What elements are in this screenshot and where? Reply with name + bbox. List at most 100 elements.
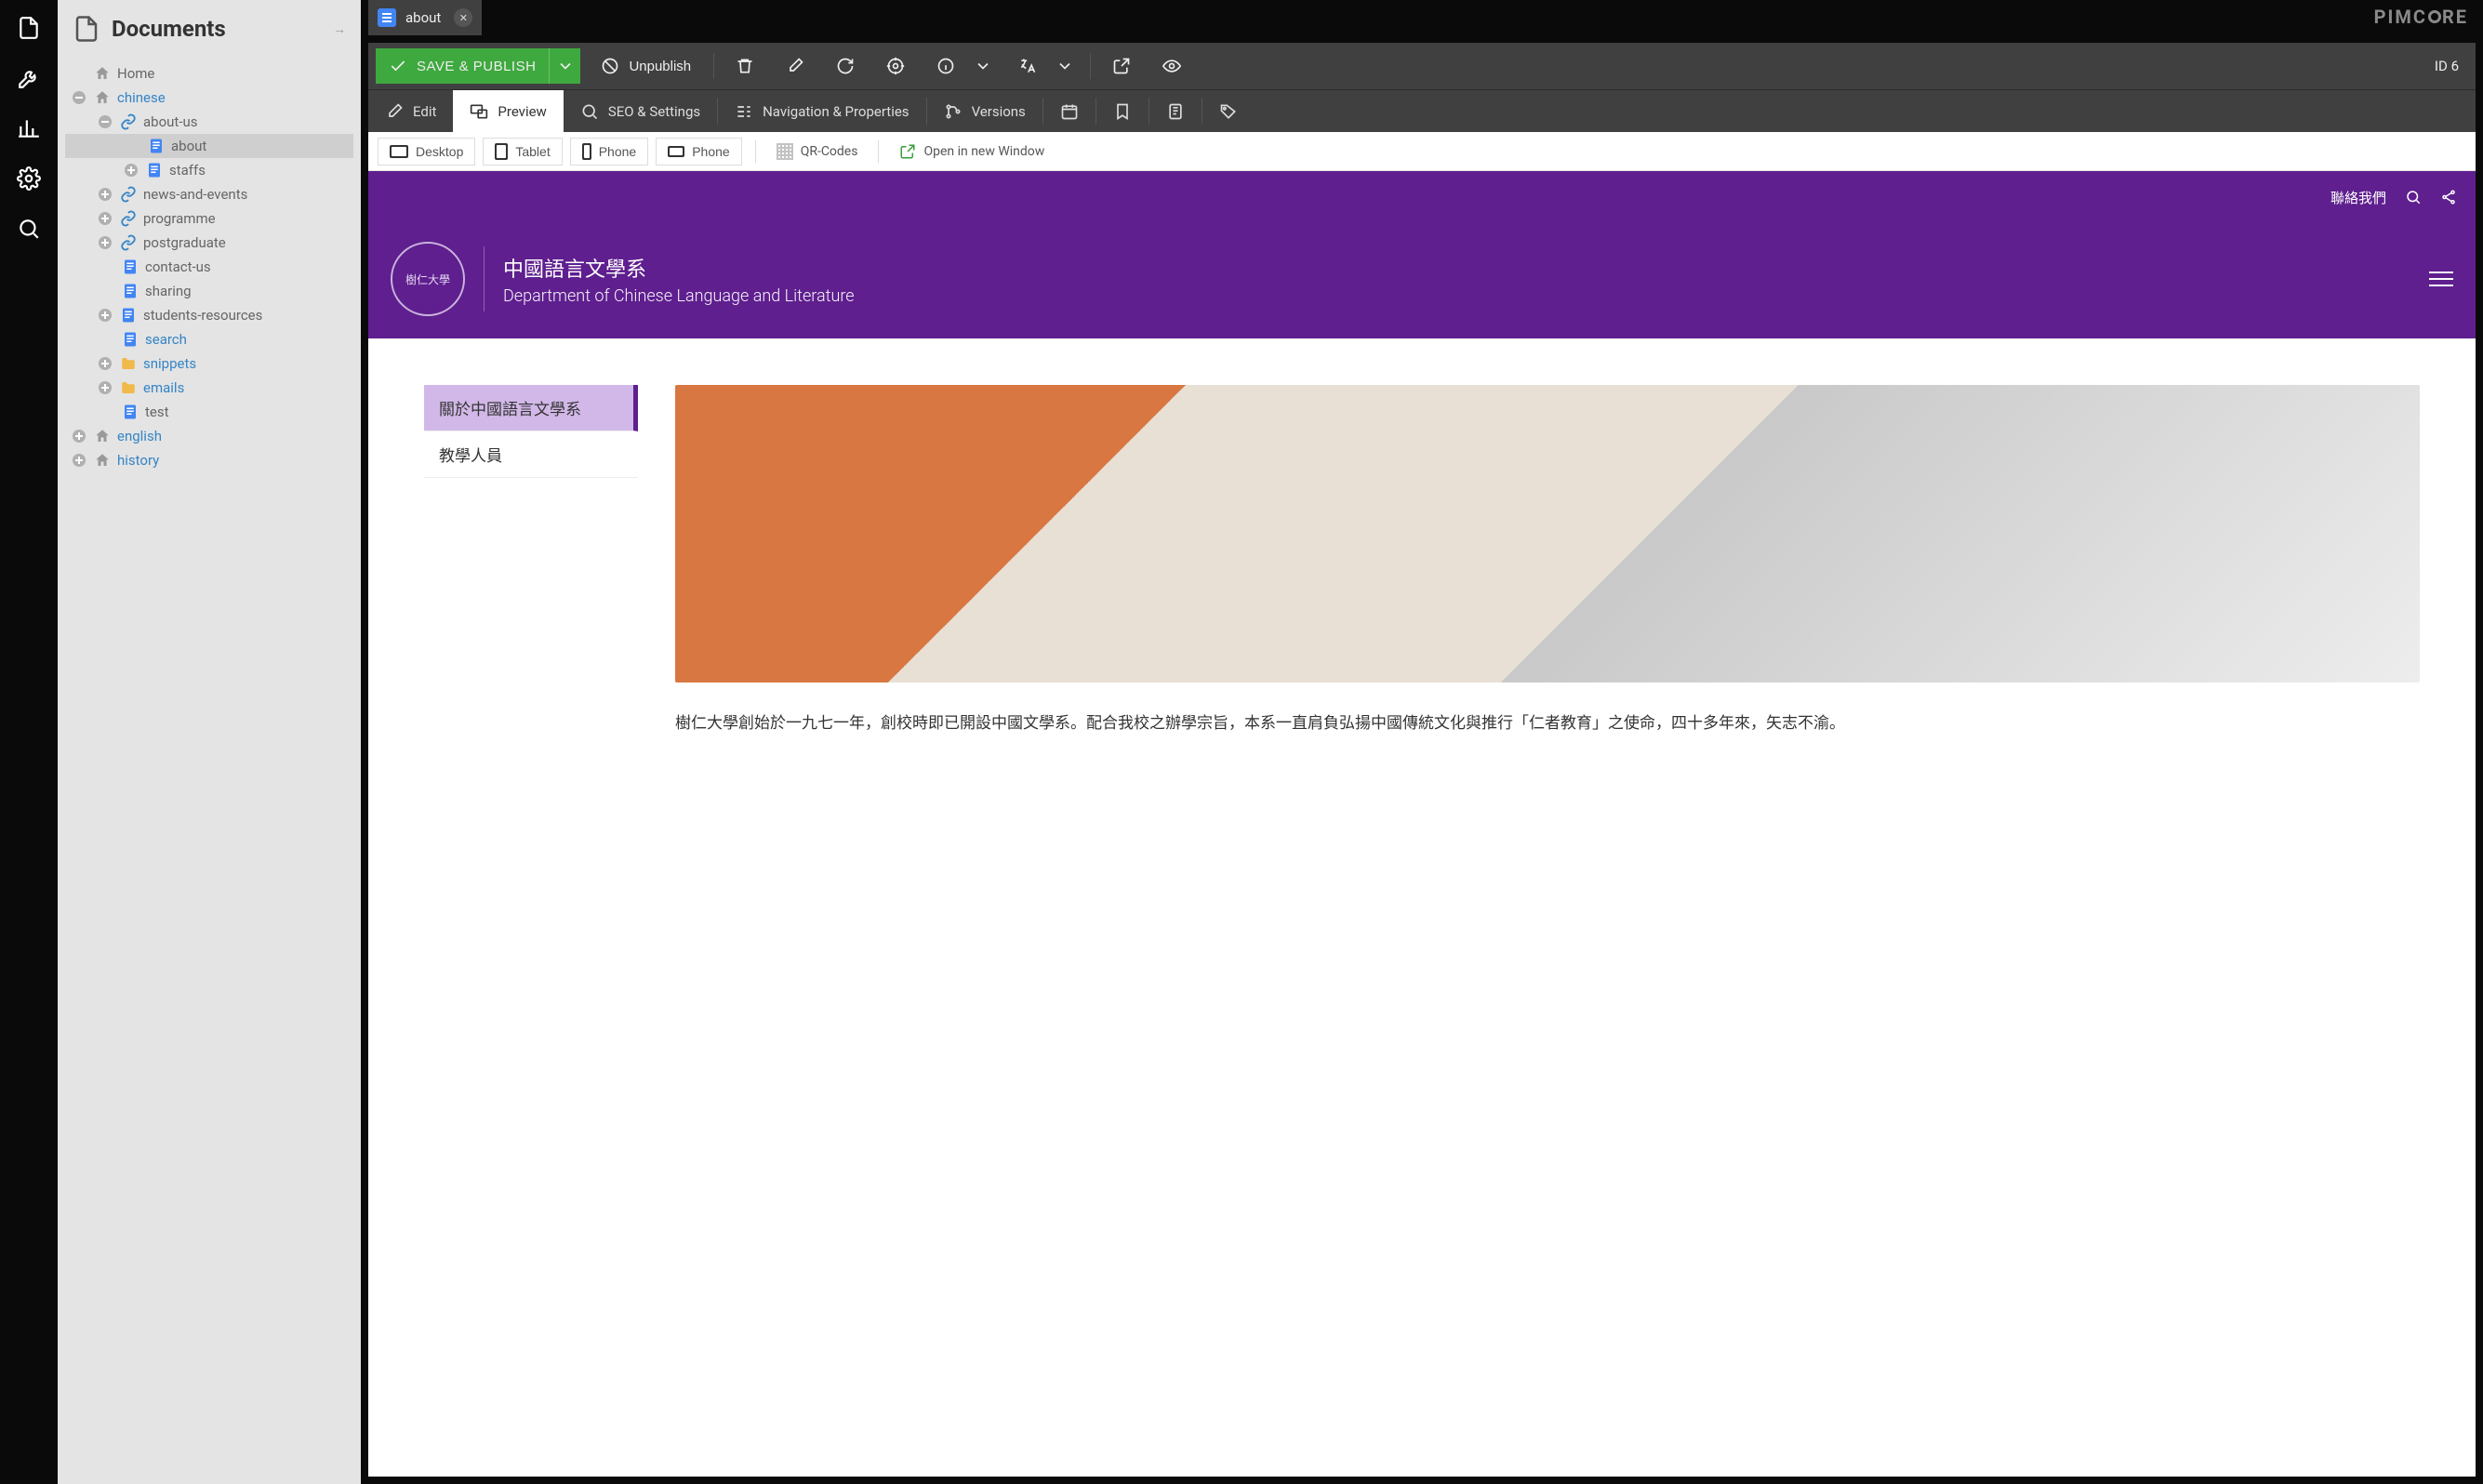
nav-analytics[interactable] <box>10 110 47 147</box>
tree-node-snippets[interactable]: snippets <box>65 351 353 376</box>
tab-schedule[interactable] <box>1043 90 1095 132</box>
home-icon <box>93 64 112 83</box>
link-icon <box>119 233 138 252</box>
home-icon <box>93 451 112 470</box>
collapse-icon[interactable] <box>71 89 87 106</box>
open-external-button[interactable] <box>1100 48 1143 84</box>
save-publish-button[interactable]: SAVE & PUBLISH <box>376 48 549 84</box>
tree-label: about-us <box>143 113 197 130</box>
tree-node-test[interactable]: test <box>65 400 353 424</box>
nav-settings[interactable] <box>10 160 47 197</box>
search-icon[interactable] <box>2405 189 2422 205</box>
device-phone-button[interactable]: Phone <box>570 138 648 166</box>
expand-icon[interactable] <box>97 234 113 251</box>
tree-label: about <box>171 138 206 154</box>
side-menu-staff[interactable]: 教學人員 <box>424 431 638 478</box>
expand-icon[interactable] <box>123 162 139 179</box>
tree-node-emails[interactable]: emails <box>65 376 353 400</box>
brand-logo: PIMCRE <box>2374 6 2468 28</box>
tree-node-programme[interactable]: programme <box>65 206 353 231</box>
tree-label: search <box>145 331 187 348</box>
tab-bookmark[interactable] <box>1096 90 1149 132</box>
tree-label: students-resources <box>143 307 262 324</box>
tree-node-sharing[interactable]: sharing <box>65 279 353 303</box>
hamburger-menu-icon[interactable] <box>2429 272 2453 286</box>
sidebar-collapse-icon[interactable]: → <box>333 21 346 37</box>
expand-icon[interactable] <box>97 307 113 324</box>
reload-button[interactable] <box>824 48 867 84</box>
rename-button[interactable] <box>774 48 817 84</box>
qr-codes-button[interactable]: QR-Codes <box>769 143 866 160</box>
tree-label: chinese <box>117 89 166 106</box>
device-desktop-button[interactable]: Desktop <box>378 138 475 166</box>
document-tab-label: about <box>405 9 441 26</box>
device-phone-landscape-button[interactable]: Phone <box>656 138 741 166</box>
tree-label: emails <box>143 379 184 396</box>
tree-label: history <box>117 452 159 469</box>
tab-tags[interactable] <box>1202 90 1255 132</box>
tree-node-english[interactable]: english <box>65 424 353 448</box>
tree-node-postgraduate[interactable]: postgraduate <box>65 231 353 255</box>
share-icon[interactable] <box>2440 189 2457 205</box>
document-id-label: ID 6 <box>2435 58 2459 74</box>
link-icon <box>119 113 138 131</box>
page-icon <box>121 403 139 421</box>
content-hero-image <box>675 385 2420 682</box>
tree-node-staffs[interactable]: staffs <box>65 158 353 182</box>
tree-node-home[interactable]: Home <box>65 61 353 86</box>
side-menu-about[interactable]: 關於中國語言文學系 <box>424 385 638 431</box>
qr-icon <box>777 143 793 160</box>
nav-tools[interactable] <box>10 60 47 97</box>
tab-notes[interactable] <box>1149 90 1202 132</box>
expand-icon[interactable] <box>71 452 87 469</box>
tab-seo[interactable]: SEO & Settings <box>564 90 717 132</box>
tab-preview[interactable]: Preview <box>453 90 563 132</box>
tree-label: sharing <box>145 283 192 299</box>
expand-icon[interactable] <box>97 210 113 227</box>
site-logo[interactable]: 樹仁大學 <box>391 242 465 316</box>
document-tab-about[interactable]: about <box>368 0 482 35</box>
nav-documents[interactable] <box>10 9 47 46</box>
tree-node-search[interactable]: search <box>65 327 353 351</box>
page-icon <box>119 306 138 325</box>
sidebar-title: Documents <box>112 16 333 42</box>
tree-node-about-us[interactable]: about-us <box>65 110 353 134</box>
info-dropdown-button[interactable] <box>967 48 999 84</box>
expand-icon[interactable] <box>97 186 113 203</box>
page-icon <box>121 258 139 276</box>
translate-button[interactable] <box>1006 48 1049 84</box>
collapse-icon[interactable] <box>97 113 113 130</box>
tree-node-news[interactable]: news-and-events <box>65 182 353 206</box>
tree-node-chinese[interactable]: chinese <box>65 86 353 110</box>
expand-icon[interactable] <box>71 428 87 444</box>
tree-node-contact[interactable]: contact-us <box>65 255 353 279</box>
open-new-window-button[interactable]: Open in new Window <box>892 143 1052 160</box>
preview-visibility-button[interactable] <box>1150 48 1193 84</box>
save-dropdown-button[interactable] <box>549 48 580 84</box>
tree-node-about[interactable]: about <box>65 134 353 158</box>
tree-label: postgraduate <box>143 234 226 251</box>
page-icon <box>145 161 164 179</box>
tab-edit[interactable]: Edit <box>368 90 453 132</box>
close-tab-icon[interactable] <box>454 8 472 27</box>
tree-node-history[interactable]: history <box>65 448 353 472</box>
site-title-zh: 中國語言文學系 <box>503 253 855 283</box>
translate-dropdown-button[interactable] <box>1049 48 1081 84</box>
target-button[interactable] <box>874 48 917 84</box>
expand-icon[interactable] <box>97 355 113 372</box>
delete-button[interactable] <box>724 48 766 84</box>
device-tablet-button[interactable]: Tablet <box>483 138 562 166</box>
nav-search[interactable] <box>10 210 47 247</box>
tab-versions[interactable]: Versions <box>927 90 1042 132</box>
tree-label: programme <box>143 210 216 227</box>
link-icon <box>119 185 138 204</box>
tree-node-students-resources[interactable]: students-resources <box>65 303 353 327</box>
tab-navigation[interactable]: Navigation & Properties <box>718 90 925 132</box>
site-contact-link[interactable]: 聯絡我們 <box>2330 188 2386 207</box>
expand-icon[interactable] <box>97 379 113 396</box>
info-button[interactable] <box>924 48 967 84</box>
site-title-en: Department of Chinese Language and Liter… <box>503 286 855 306</box>
tablet-icon <box>495 143 508 160</box>
tree-label: contact-us <box>145 258 211 275</box>
unpublish-button[interactable]: Unpublish <box>588 48 704 84</box>
